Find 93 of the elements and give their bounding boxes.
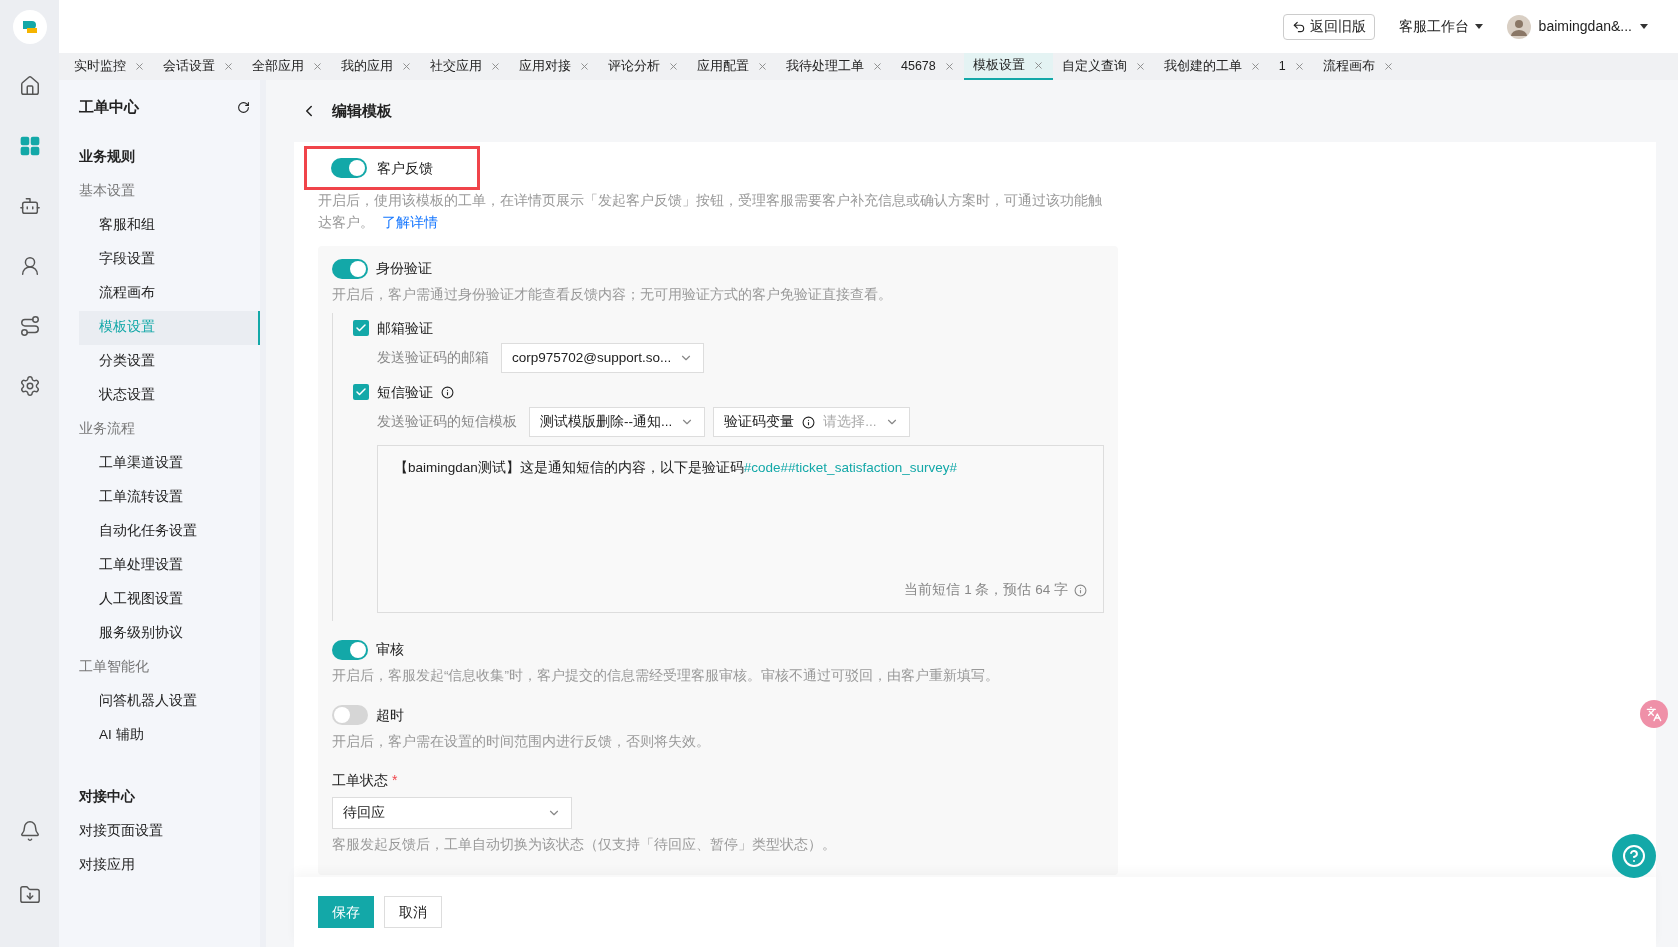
tab[interactable]: 评论分析 [599, 53, 688, 80]
sidebar-item[interactable]: 服务级别协议 [79, 616, 260, 651]
close-icon[interactable] [757, 61, 768, 72]
sms-content: 【baimingdan测试】这是通知短信的内容，以下是验证码#code##ticket_satisfaction_survey# [394, 459, 958, 478]
close-icon[interactable] [668, 61, 679, 72]
field-label: 发送验证码的邮箱 [377, 349, 489, 368]
close-icon[interactable] [1249, 61, 1261, 72]
close-icon[interactable] [872, 61, 883, 72]
caret-down-icon [1474, 24, 1483, 29]
sidebar-item[interactable]: 对接页面设置 [79, 814, 260, 849]
checkbox-label: 短信验证 [377, 382, 433, 402]
close-icon[interactable] [1293, 61, 1305, 72]
tab[interactable]: 我的应用 [332, 53, 421, 80]
checkbox-label: 邮箱验证 [377, 318, 433, 338]
section-heading: 对接中心 [79, 788, 136, 807]
group-label: 工单智能化 [79, 658, 150, 677]
user-menu[interactable]: baimingdan&... [1506, 14, 1648, 39]
checkbox[interactable] [353, 320, 369, 337]
option-description: 开启后，客服发起“信息收集”时，客户提交的信息需经受理客服审核。审核不通过可驳回，由客户重新填写。 [332, 667, 1000, 686]
learn-more-link[interactable]: 了解详情 [382, 215, 438, 230]
tab[interactable]: 应用对接 [510, 53, 599, 80]
option-description: 开启后，客户需在设置的时间范围内进行反馈，否则将失效。 [332, 732, 711, 751]
tab[interactable]: 模板设置 [963, 53, 1053, 80]
field-label: 工单状态 [332, 770, 388, 790]
close-icon[interactable] [223, 61, 234, 72]
sidebar-item[interactable]: 客服和组 [79, 208, 260, 243]
toggle-switch[interactable] [331, 158, 367, 178]
caret-down-icon [1640, 24, 1648, 29]
page-title: 编辑模板 [332, 100, 392, 121]
info-icon[interactable] [802, 415, 816, 429]
close-icon[interactable] [1134, 61, 1146, 72]
close-icon[interactable] [943, 61, 955, 72]
field-label: 发送验证码的短信模板 [377, 413, 517, 432]
select-field[interactable]: 测试模版删除--通知... [529, 407, 706, 438]
sidebar-item[interactable]: 自动化任务设置 [79, 514, 260, 549]
close-icon[interactable] [1032, 60, 1044, 71]
tab[interactable]: 流程画布 [1313, 53, 1403, 80]
avatar-icon [1506, 14, 1531, 39]
tab[interactable]: 会话设置 [154, 53, 243, 80]
sidebar-item[interactable]: 工单处理设置 [79, 548, 260, 583]
tab[interactable]: 实时监控 [65, 53, 154, 80]
info-icon[interactable] [441, 385, 454, 399]
logo-icon [12, 10, 47, 44]
toggle-switch[interactable] [332, 705, 368, 725]
close-icon[interactable] [579, 61, 590, 72]
close-icon[interactable] [134, 61, 145, 72]
sidebar-item[interactable]: AI 辅助 [79, 718, 260, 753]
sidebar-item[interactable]: 分类设置 [79, 344, 260, 379]
tab[interactable]: 45678 [892, 53, 964, 80]
sidebar-item[interactable]: 状态设置 [79, 378, 260, 413]
close-icon[interactable] [490, 61, 501, 72]
status-select[interactable]: 待回应 [332, 796, 572, 829]
toggle-label: 超时 [376, 705, 404, 725]
toggle-label: 审核 [376, 640, 404, 660]
tab[interactable]: 全部应用 [243, 53, 332, 80]
checkbox[interactable] [353, 384, 369, 401]
close-icon[interactable] [401, 61, 412, 72]
sidebar-item[interactable]: 工单渠道设置 [79, 446, 260, 481]
undo-icon [1291, 19, 1306, 34]
tab[interactable]: 我待处理工单 [777, 53, 892, 80]
toggle-switch[interactable] [332, 258, 368, 279]
status-hint: 客服发起反馈后，工单自动切换为该状态（仅支持「待回应、暂停」类型状态）。 [332, 835, 837, 854]
tab[interactable]: 我创建的工单 [1154, 53, 1270, 80]
tab[interactable]: 应用配置 [688, 53, 777, 80]
sidebar-item[interactable]: 问答机器人设置 [79, 684, 260, 719]
group-label: 业务流程 [79, 420, 136, 439]
tab[interactable]: 社交应用 [421, 53, 510, 80]
sidebar-item[interactable]: 字段设置 [79, 242, 260, 277]
workspace-dropdown[interactable]: 客服工作台 [1398, 16, 1483, 37]
tab[interactable]: 1 [1269, 53, 1314, 80]
select-field[interactable]: corp975702@support.so... [501, 343, 705, 374]
refresh-icon[interactable] [237, 100, 250, 114]
sidebar-title: 工单中心 [79, 97, 139, 117]
required-mark: * [392, 770, 398, 790]
group-label: 基本设置 [79, 182, 136, 201]
toggle-label: 身份验证 [376, 259, 432, 278]
select-field[interactable]: 验证码变量 请选择... [713, 407, 910, 438]
close-icon[interactable] [1382, 61, 1394, 72]
cancel-button[interactable]: 取消 [384, 896, 442, 928]
toggle-switch[interactable] [332, 639, 368, 660]
section-heading: 业务规则 [79, 148, 136, 167]
feedback-description: 开启后，使用该模板的工单，在详情页展示「发起客户反馈」按钮，受理客服需要客户补充信息或确认方案时，可通过该功能触达客户。 了解详情 [317, 192, 1103, 232]
translate-icon[interactable] [1640, 700, 1668, 728]
back-button[interactable]: 返回旧版 [1282, 13, 1375, 40]
sidebar-item[interactable]: 工单流转设置 [79, 480, 260, 515]
sidebar-item[interactable]: 人工视图设置 [79, 582, 260, 617]
toggle-label: 客户反馈 [377, 158, 433, 178]
sms-counter: 当前短信 1 条，预估 64 字 [904, 581, 1068, 599]
sidebar-item[interactable]: 流程画布 [79, 276, 260, 311]
identity-description: 开启后，客户需通过身份验证才能查看反馈内容；无可用验证方式的客户免验证直接查看。 [332, 286, 893, 304]
tab[interactable]: 自定义查询 [1052, 53, 1155, 80]
sidebar-item[interactable]: 对接应用 [79, 848, 260, 883]
close-icon[interactable] [312, 61, 323, 72]
